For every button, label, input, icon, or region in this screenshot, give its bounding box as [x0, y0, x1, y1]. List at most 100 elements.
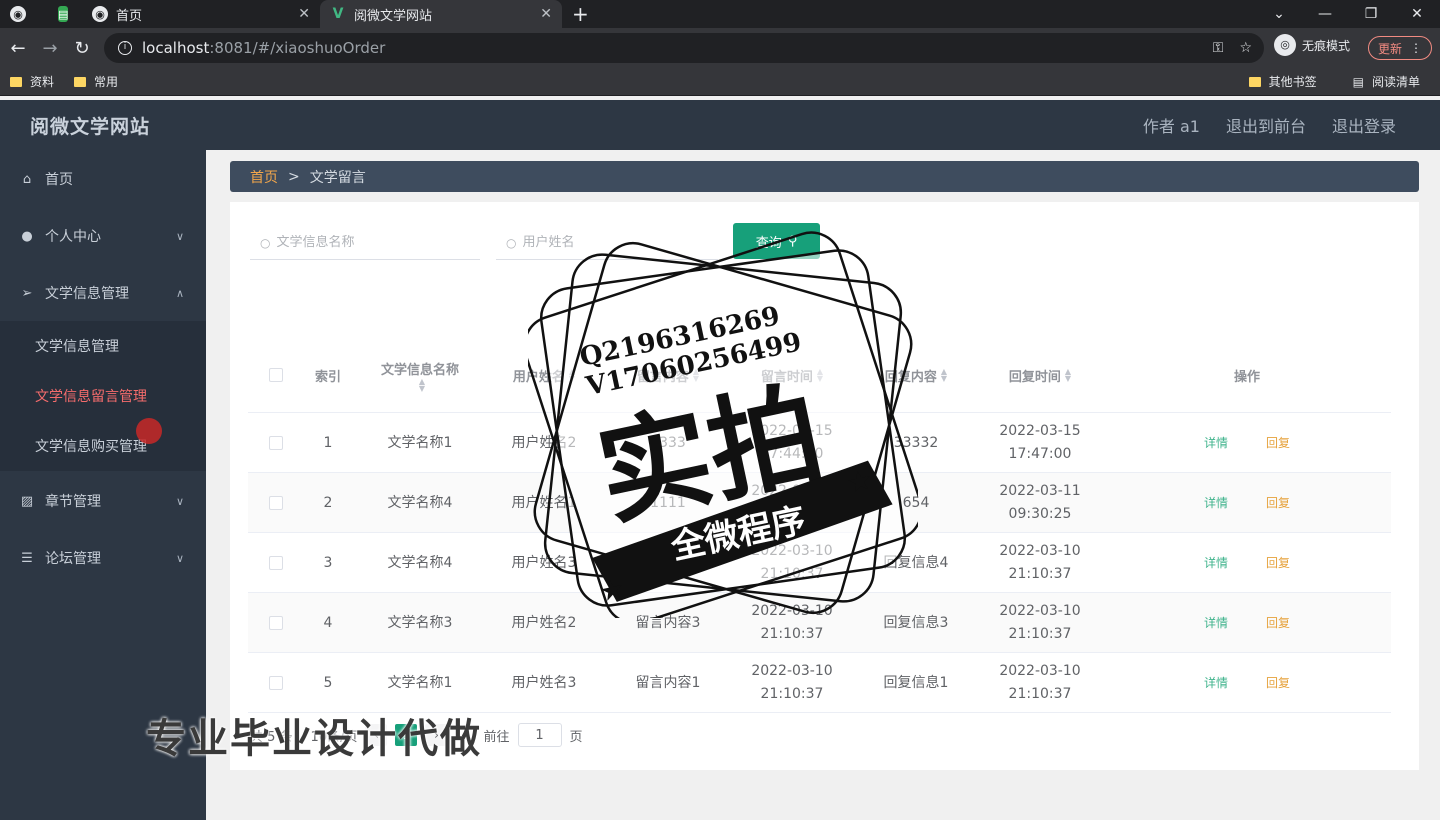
- url-path: :8081/#/xiaoshuoOrder: [209, 39, 386, 57]
- submenu-item-literature[interactable]: 文学信息管理: [0, 321, 206, 371]
- browser-tab-home[interactable]: ◉ 首页 ✕: [82, 0, 320, 28]
- bookmark-folder[interactable]: 常用: [64, 73, 128, 90]
- query-button[interactable]: 查询 ⚲: [733, 223, 820, 259]
- sidebar-item-chapters[interactable]: ▨ 章节管理 ∨: [0, 474, 206, 528]
- cell-title: 文学名称4: [387, 494, 453, 511]
- row-checkbox[interactable]: [266, 413, 286, 473]
- query-label: 查询: [755, 235, 782, 251]
- title-search-field[interactable]: ○: [250, 226, 480, 260]
- sidebar-item-personal[interactable]: ● 个人中心 ∨: [0, 209, 206, 263]
- forward-icon[interactable]: →: [34, 38, 66, 59]
- user-search-input[interactable]: [522, 235, 683, 250]
- sidebar-item-forum[interactable]: ☰ 论坛管理 ∨: [0, 531, 206, 585]
- header-time[interactable]: 留言时间 ▲ ▼: [730, 337, 854, 413]
- key-icon[interactable]: ⚿: [1213, 40, 1224, 56]
- chevron-down-icon: ∨: [175, 229, 184, 243]
- send-icon: ➢: [21, 285, 33, 301]
- submenu-item-messages[interactable]: 文学信息留言管理: [0, 371, 206, 421]
- bookmarks-bar: 资料 常用 其他书签 ▤ 阅读清单: [0, 68, 1440, 96]
- goto-suffix: 页: [569, 729, 583, 745]
- url-input[interactable]: i localhost:8081/#/xiaoshuoOrder ⚿ ☆: [104, 33, 1264, 63]
- header-content[interactable]: 留言内容 ▲ ▼: [606, 337, 730, 413]
- pager-size-select[interactable]: 10条/页: [311, 726, 358, 745]
- table-row: 5 文学名称1 用户姓名3 留言内容1 2022-03-10 21:10:37 回复信息1…: [248, 653, 1391, 713]
- submenu-label: 文学信息管理: [35, 339, 119, 355]
- tab-search-icon[interactable]: ⌄: [1256, 6, 1302, 22]
- detail-button[interactable]: 详情: [1204, 612, 1228, 635]
- page-number[interactable]: 1: [395, 724, 418, 746]
- cell-reply: 33332: [893, 434, 939, 451]
- next-page-button[interactable]: ›: [425, 724, 448, 746]
- reply-button[interactable]: 回复: [1266, 612, 1290, 635]
- header-reply-time[interactable]: 回复时间 ▲ ▼: [978, 337, 1102, 413]
- header-title[interactable]: 文学信息名称 ▲ ▼: [358, 337, 482, 413]
- select-all-checkbox[interactable]: [266, 337, 286, 413]
- incognito-indicator[interactable]: ◎ 无痕模式: [1274, 34, 1350, 56]
- row-checkbox[interactable]: [266, 653, 286, 713]
- new-tab-button[interactable]: +: [562, 0, 602, 28]
- sidebar-item-label: 论坛管理: [45, 551, 101, 567]
- prev-page-button[interactable]: ‹: [365, 724, 388, 746]
- mouse-cursor-highlight: [136, 418, 162, 444]
- goto-page-input[interactable]: [517, 723, 562, 747]
- detail-button[interactable]: 详情: [1204, 672, 1228, 695]
- chevron-up-icon: ∧: [175, 286, 184, 300]
- title-search-input[interactable]: [276, 235, 437, 250]
- reading-list[interactable]: ▤ 阅读清单: [1343, 73, 1430, 90]
- browser-tab-active[interactable]: V 阅微文学网站 ✕: [320, 0, 562, 28]
- exit-front-link[interactable]: 退出到前台: [1226, 113, 1306, 137]
- update-button[interactable]: 更新 ⋮: [1368, 36, 1432, 60]
- detail-button[interactable]: 详情: [1204, 432, 1228, 455]
- detail-button[interactable]: 详情: [1204, 552, 1228, 575]
- cell-reply-time: 2022-03-10 21:10:37: [999, 543, 1081, 582]
- close-window-icon[interactable]: ✕: [1394, 6, 1440, 22]
- sidebar-item-home[interactable]: ⌂ 首页: [0, 152, 206, 206]
- row-checkbox[interactable]: [266, 473, 286, 533]
- close-icon[interactable]: ✕: [298, 6, 310, 22]
- cell-reply: 回复信息3: [883, 614, 949, 631]
- maximize-icon[interactable]: ❐: [1348, 6, 1394, 22]
- submenu-label: 文学信息留言管理: [35, 389, 147, 405]
- more-icon: ⋮: [1410, 41, 1422, 55]
- star-icon[interactable]: ☆: [1239, 40, 1252, 56]
- tab-label: 阅微文学网站: [354, 8, 433, 24]
- sidebar-item-literature[interactable]: ➢ 文学信息管理 ∧: [0, 266, 206, 320]
- row-checkbox[interactable]: [266, 593, 286, 653]
- sidebar-item-label: 个人中心: [45, 229, 101, 245]
- close-icon[interactable]: ✕: [540, 6, 552, 22]
- bookmark-folder[interactable]: 资料: [0, 73, 64, 90]
- chevron-down-icon: ∨: [175, 551, 184, 565]
- content-card: ○ ○ 查询 ⚲ 索引 文学信息名称▲▼ 用户姓名▲▼ 留言内容▲▼ 留言时间▲…: [230, 202, 1419, 770]
- bookmark-label: 常用: [94, 75, 119, 89]
- submenu-item-purchases[interactable]: 文学信息购买管理: [0, 421, 206, 471]
- reload-icon[interactable]: ↻: [66, 38, 98, 59]
- header-actions: 操作: [1233, 369, 1260, 385]
- browser-globe-button[interactable]: ◉: [0, 0, 48, 28]
- info-icon[interactable]: i: [118, 41, 132, 55]
- sort-icon: ▲ ▼: [940, 367, 948, 383]
- breadcrumb-home[interactable]: 首页: [250, 167, 278, 187]
- user-search-field[interactable]: ○: [496, 226, 718, 260]
- breadcrumb-separator: >: [288, 168, 300, 185]
- reply-button[interactable]: 回复: [1266, 492, 1290, 515]
- other-bookmarks[interactable]: 其他书签: [1239, 73, 1327, 90]
- cell-reply-time: 2022-03-10 21:10:37: [999, 663, 1081, 702]
- back-icon[interactable]: ←: [2, 38, 34, 59]
- search-icon: ○: [260, 235, 271, 250]
- reply-button[interactable]: 回复: [1266, 432, 1290, 455]
- header-reply[interactable]: 回复内容 ▲ ▼: [854, 337, 978, 413]
- row-actions: 详情 回复: [1102, 533, 1392, 593]
- row-checkbox[interactable]: [266, 533, 286, 593]
- reply-button[interactable]: 回复: [1266, 672, 1290, 695]
- incognito-label: 无痕模式: [1302, 38, 1351, 53]
- header-user[interactable]: 用户姓名 ▲ ▼: [482, 337, 606, 413]
- reply-button[interactable]: 回复: [1266, 552, 1290, 575]
- chevron-down-icon: ∨: [175, 494, 184, 508]
- pinned-tab[interactable]: ▤: [48, 0, 82, 28]
- detail-button[interactable]: 详情: [1204, 492, 1228, 515]
- minimize-icon[interactable]: —: [1302, 6, 1348, 22]
- header-index: 索引: [314, 369, 341, 385]
- logout-link[interactable]: 退出登录: [1332, 113, 1396, 137]
- sidebar-item-label: 首页: [45, 172, 73, 188]
- pager-total: 共 5 条: [250, 729, 293, 745]
